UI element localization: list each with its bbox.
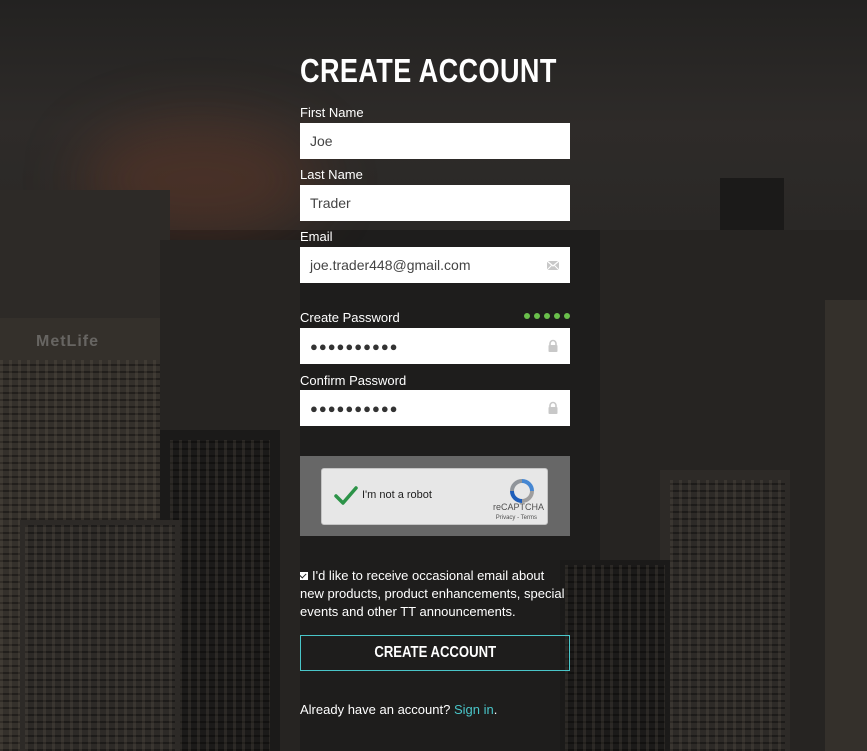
envelope-icon xyxy=(546,260,560,271)
captcha-panel: I'm not a robot reCAPTCHA Privacy - Term… xyxy=(300,456,570,536)
create-password-input[interactable]: ●●●●●●●●●● xyxy=(300,328,570,364)
last-name-label: Last Name xyxy=(300,167,363,182)
first-name-input[interactable]: Joe xyxy=(300,123,570,159)
confirm-password-input[interactable]: ●●●●●●●●●● xyxy=(300,390,570,426)
building-windows xyxy=(565,565,665,751)
signin-prompt: Already have an account? Sign in. xyxy=(300,702,497,717)
strength-dot xyxy=(554,313,560,319)
create-account-button[interactable]: CREATE ACCOUNT xyxy=(300,635,570,671)
lock-icon xyxy=(548,401,558,414)
metlife-sign: MetLife xyxy=(36,333,99,350)
captcha-label: I'm not a robot xyxy=(362,489,432,501)
building-windows xyxy=(670,480,785,751)
recaptcha-widget[interactable]: I'm not a robot reCAPTCHA Privacy - Term… xyxy=(321,468,548,525)
strength-dot xyxy=(544,313,550,319)
building-windows xyxy=(25,525,175,751)
email-input[interactable]: joe.trader448@gmail.com xyxy=(300,247,570,283)
email-optin: I'd like to receive occasional email abo… xyxy=(300,567,570,621)
strength-dot xyxy=(524,313,530,319)
recaptcha-brand: reCAPTCHA xyxy=(492,502,544,512)
email-value: joe.trader448@gmail.com xyxy=(310,257,471,273)
optin-checkbox[interactable] xyxy=(300,571,308,580)
recaptcha-terms-link[interactable]: Privacy - Terms xyxy=(496,515,537,521)
checkmark-icon[interactable] xyxy=(334,484,358,508)
confirm-password-label: Confirm Password xyxy=(300,373,407,388)
confirm-password-value: ●●●●●●●●●● xyxy=(310,400,399,416)
first-name-label: First Name xyxy=(300,105,364,120)
signin-link[interactable]: Sign in xyxy=(454,702,494,717)
page-title: CREATE ACCOUNT xyxy=(300,52,557,89)
first-name-value: Joe xyxy=(310,133,333,149)
building xyxy=(825,300,867,751)
building-windows xyxy=(170,440,270,751)
signin-prompt-text: Already have an account? xyxy=(300,702,451,717)
create-account-button-label: CREATE ACCOUNT xyxy=(374,644,496,661)
password-value: ●●●●●●●●●● xyxy=(310,338,399,354)
create-password-label: Create Password xyxy=(300,310,400,325)
lock-icon xyxy=(548,339,558,352)
last-name-value: Trader xyxy=(310,195,351,211)
strength-dot xyxy=(534,313,540,319)
recaptcha-logo-icon xyxy=(510,479,534,503)
signin-suffix: . xyxy=(493,702,498,717)
email-label: Email xyxy=(300,229,333,244)
optin-label: I'd like to receive occasional email abo… xyxy=(300,568,565,619)
strength-dot xyxy=(564,313,570,319)
last-name-input[interactable]: Trader xyxy=(300,185,570,221)
password-strength-meter xyxy=(524,313,570,319)
